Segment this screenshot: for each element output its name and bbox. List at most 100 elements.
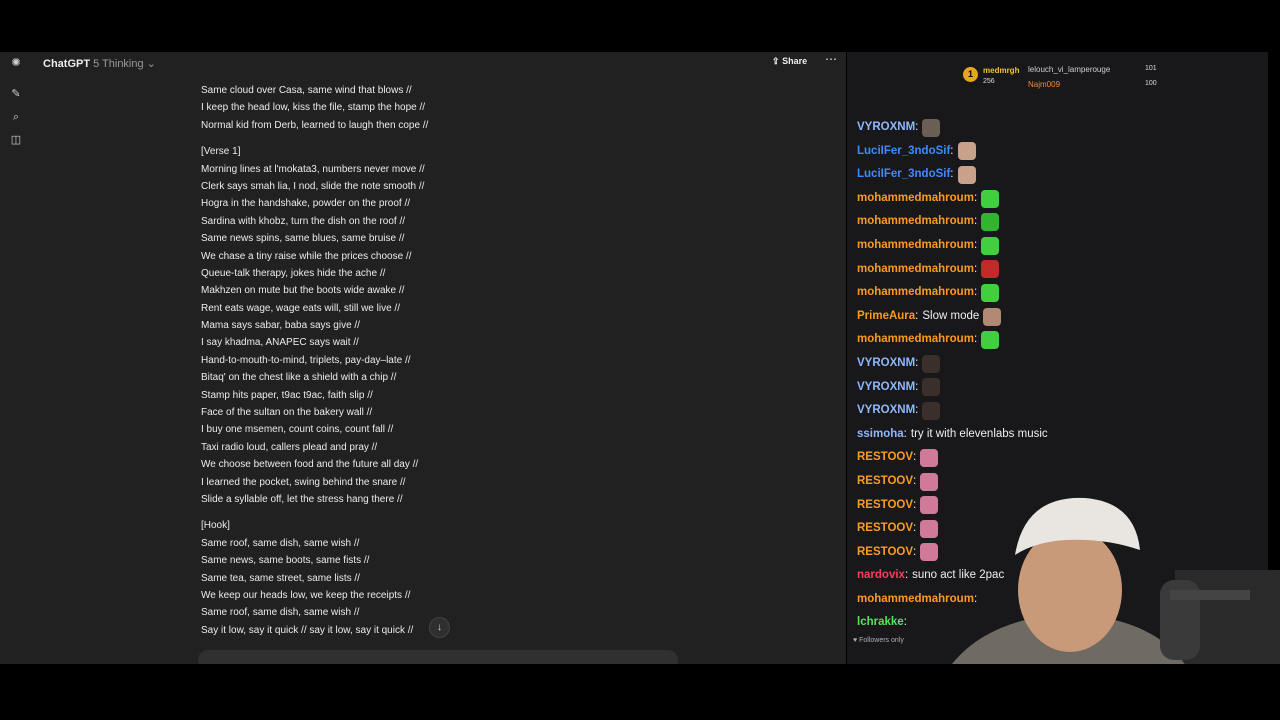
chat-username[interactable]: mohammedmahroum bbox=[857, 210, 974, 234]
chat-username[interactable]: mohammedmahroum bbox=[857, 328, 974, 352]
library-icon[interactable]: ◫ bbox=[10, 134, 22, 146]
lyric-line: We chase a tiny raise while the prices c… bbox=[201, 250, 412, 262]
lyric-line: Queue-talk therapy, jokes hide the ache … bbox=[201, 267, 386, 279]
chat-colon: : bbox=[915, 404, 919, 417]
chat-username[interactable]: mohammedmahroum bbox=[857, 258, 974, 282]
leaderboard-second-name: lelouch_vi_lamperouge bbox=[1028, 65, 1111, 74]
chat-username[interactable]: lchrakke bbox=[857, 611, 904, 635]
chat-message: VYROXNM: bbox=[857, 352, 1257, 376]
lyric-line: Same news spins, same blues, same bruise… bbox=[201, 233, 405, 245]
new-chat-icon[interactable]: ✎ bbox=[10, 88, 22, 100]
chat-username[interactable]: LuciIFer_3ndoSif bbox=[857, 163, 950, 187]
chat-message: mohammedmahroum: bbox=[857, 234, 1257, 258]
chat-emote-icon bbox=[922, 118, 941, 137]
chat-leaderboard: 1 medmrgh 256 lelouch_vi_lamperouge 101 … bbox=[847, 52, 1268, 100]
chat-text: Slow mode bbox=[922, 309, 980, 322]
prompt-composer[interactable] bbox=[198, 650, 678, 664]
chat-colon: : bbox=[915, 121, 919, 133]
share-button[interactable]: ⇪ Share bbox=[772, 56, 807, 67]
chat-emote-icon bbox=[981, 331, 1000, 350]
chat-emote-icon bbox=[983, 307, 1002, 326]
chat-emote-icon bbox=[920, 449, 939, 468]
lyric-line: [Hook] bbox=[201, 520, 230, 532]
leaderboard-first-count: 256 bbox=[983, 78, 995, 85]
chat-colon: : bbox=[973, 333, 978, 346]
chat-message: ssimoha: try it with elevenlabs music bbox=[857, 423, 1257, 447]
model-selector[interactable]: ChatGPT 5 Thinking ⌄ bbox=[43, 57, 156, 70]
lyric-line: Normal kid from Derb, learned to laugh t… bbox=[201, 119, 429, 131]
chat-colon: : bbox=[973, 191, 978, 204]
chat-emote-icon bbox=[981, 189, 1000, 208]
chat-colon: : bbox=[973, 262, 978, 275]
chat-colon: : bbox=[950, 168, 954, 181]
search-icon[interactable]: ⌕ bbox=[10, 111, 22, 123]
lyric-line: Bitaq' on the chest like a shield with a… bbox=[201, 372, 397, 384]
chat-username[interactable]: VYROXNM bbox=[857, 352, 915, 376]
lyric-line: [Verse 1] bbox=[201, 146, 241, 158]
lyric-line: Hand-to-mouth-to-mind, triplets, pay-day… bbox=[201, 354, 411, 366]
chat-colon: : bbox=[973, 286, 978, 299]
chat-message: mohammedmahroum: bbox=[857, 258, 1257, 282]
model-name: 5 Thinking bbox=[93, 58, 144, 70]
chat-emote-icon bbox=[922, 378, 941, 397]
top-letterbox bbox=[0, 0, 1280, 52]
lyric-line: Rent eats wage, wage eats will, still we… bbox=[201, 302, 400, 314]
lyric-line: Makhzen on mute but the boots wide awake… bbox=[201, 285, 405, 297]
lyric-line: Clerk says smah lia, I nod, slide the no… bbox=[201, 180, 425, 192]
chat-message: VYROXNM: bbox=[857, 376, 1257, 400]
chat-username[interactable]: VYROXNM bbox=[857, 376, 915, 400]
chat-emote-icon bbox=[957, 165, 976, 184]
more-options-icon[interactable]: ⋯ bbox=[825, 52, 837, 66]
chat-message: LuciIFer_3ndoSif: bbox=[857, 163, 1257, 187]
scroll-down-button[interactable]: ↓ bbox=[429, 617, 450, 638]
chat-message: VYROXNM: bbox=[857, 116, 1257, 140]
chat-colon: : bbox=[915, 309, 919, 322]
chat-username[interactable]: PrimeAura bbox=[857, 305, 915, 329]
lyric-line: I keep the head low, kiss the file, stam… bbox=[201, 102, 426, 114]
chat-username[interactable]: LuciIFer_3ndoSif bbox=[857, 140, 950, 164]
chat-username[interactable]: VYROXNM bbox=[857, 399, 915, 423]
chat-username[interactable]: mohammedmahroum bbox=[857, 234, 974, 258]
share-icon: ⇪ bbox=[772, 56, 780, 66]
lyric-line: We choose between food and the future al… bbox=[201, 459, 419, 471]
chat-colon: : bbox=[913, 451, 917, 464]
lyric-line: Face of the sultan on the bakery wall // bbox=[201, 407, 373, 419]
chat-emote-icon bbox=[981, 236, 1000, 255]
chat-username[interactable]: mohammedmahroum bbox=[857, 187, 974, 211]
chevron-down-icon: ⌄ bbox=[146, 58, 156, 70]
assistant-message: Same cloud over Casa, same wind that blo… bbox=[201, 82, 601, 639]
chat-username[interactable]: RESTOOV bbox=[857, 446, 913, 470]
lyric-line: I buy one msemen, count coins, count fal… bbox=[201, 424, 394, 436]
lyric-line: Slide a syllable off, let the stress han… bbox=[201, 493, 403, 505]
chat-emote-icon bbox=[981, 283, 1000, 302]
chat-emote-icon bbox=[957, 142, 976, 161]
chat-username[interactable]: VYROXNM bbox=[857, 116, 915, 140]
chat-message: RESTOOV: bbox=[857, 446, 1257, 470]
chat-username[interactable]: nardovix bbox=[857, 564, 905, 588]
lyric-line: Same cloud over Casa, same wind that blo… bbox=[201, 85, 412, 96]
rank-1-badge-icon: 1 bbox=[963, 67, 978, 82]
lyric-line: We keep our heads low, we keep the recei… bbox=[201, 589, 411, 601]
chat-message: PrimeAura: Slow mode bbox=[857, 305, 1257, 329]
chat-username[interactable]: ssimoha bbox=[857, 423, 904, 447]
bottom-letterbox bbox=[0, 664, 1280, 720]
chat-message: VYROXNM: bbox=[857, 399, 1257, 423]
lyric-line: Say it low, say it quick // say it low, … bbox=[201, 624, 414, 636]
share-label: Share bbox=[782, 56, 808, 66]
chat-emote-icon bbox=[981, 260, 1000, 279]
chat-colon: : bbox=[973, 238, 978, 251]
lyric-line: I learned the pocket, swing behind the s… bbox=[201, 476, 406, 488]
followers-only-text: Followers only bbox=[859, 637, 904, 644]
lyric-line: Taxi radio loud, callers plead and pray … bbox=[201, 441, 378, 453]
chat-message: mohammedmahroum: bbox=[857, 210, 1257, 234]
chat-colon: : bbox=[915, 380, 919, 393]
chat-username[interactable]: mohammedmahroum bbox=[857, 281, 974, 305]
lyric-line: Same news, same boots, same fists // bbox=[201, 555, 370, 567]
chat-emote-icon bbox=[922, 354, 941, 373]
openai-logo-icon[interactable]: ✺ bbox=[10, 57, 22, 69]
chat-colon: : bbox=[973, 215, 978, 228]
chat-message: mohammedmahroum: bbox=[857, 281, 1257, 305]
chat-message: LuciIFer_3ndoSif: bbox=[857, 140, 1257, 164]
app-name: ChatGPT bbox=[43, 58, 91, 70]
